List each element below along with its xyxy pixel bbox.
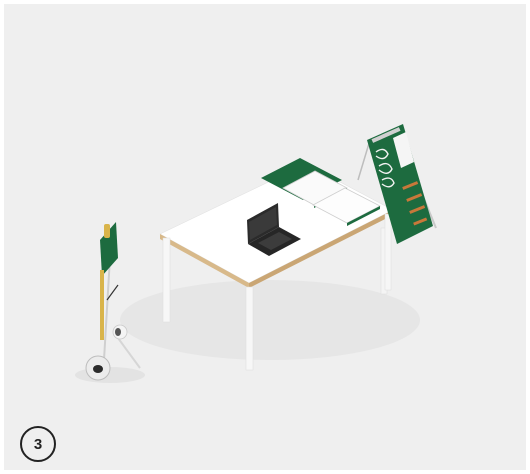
hand-truck-post	[100, 270, 104, 340]
step-number-badge: 3	[20, 426, 56, 462]
render-area	[4, 4, 526, 470]
scene-illustration	[75, 124, 437, 383]
table-leg-front-left	[162, 237, 171, 323]
hand-truck	[85, 222, 141, 381]
table-leg-right	[384, 213, 392, 291]
hand-truck-clip	[104, 224, 110, 238]
scene-frame: 3	[0, 0, 530, 474]
table-leg-front	[245, 286, 254, 371]
hand-truck-hub-center	[115, 328, 121, 336]
hand-truck-brace	[117, 337, 141, 369]
easel-leg	[357, 139, 371, 181]
hand-truck-wheel-hub	[93, 365, 103, 373]
